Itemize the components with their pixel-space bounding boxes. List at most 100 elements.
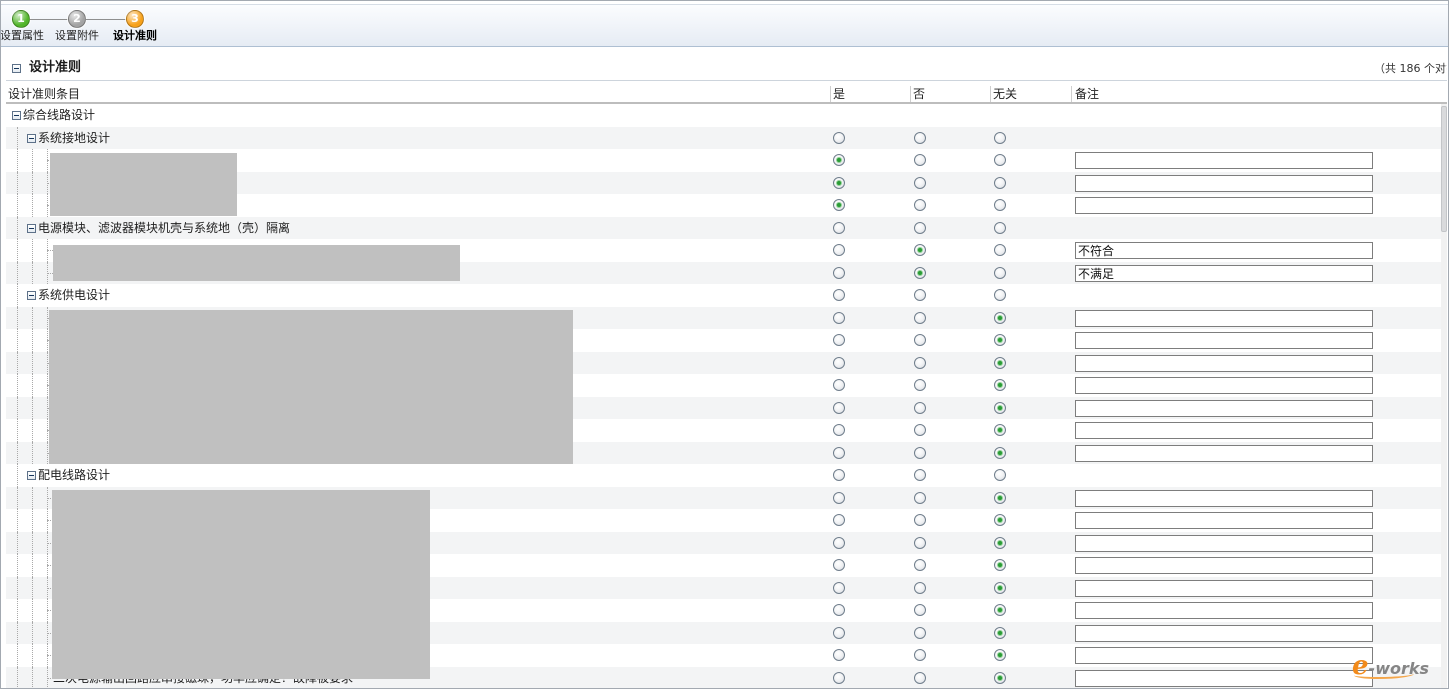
radio-not-applicable[interactable] [994, 536, 1006, 549]
collapse-icon[interactable] [27, 223, 36, 233]
remark-input[interactable] [1075, 624, 1373, 642]
radio-no[interactable] [914, 559, 926, 571]
radio-not-applicable[interactable] [994, 401, 1006, 414]
radio-no[interactable] [914, 446, 926, 459]
remark-input[interactable] [1075, 512, 1373, 529]
radio-no[interactable] [914, 581, 926, 594]
radio-no[interactable] [914, 289, 926, 301]
radio-yes[interactable] [833, 446, 845, 459]
remark-input[interactable] [1075, 242, 1373, 259]
radio-not-applicable[interactable] [994, 311, 1006, 324]
radio-yes[interactable] [833, 671, 845, 684]
remark-input[interactable] [1075, 354, 1373, 372]
step-set-properties[interactable]: 1 设置属性 [0, 5, 44, 47]
radio-no[interactable] [914, 401, 926, 414]
radio-no[interactable] [914, 221, 926, 234]
radio-not-applicable[interactable] [994, 446, 1006, 459]
remark-input[interactable] [1075, 534, 1373, 552]
scrollbar-thumb[interactable] [1441, 106, 1447, 232]
radio-not-applicable[interactable] [994, 244, 1006, 256]
radio-yes[interactable] [833, 334, 845, 346]
collapse-icon[interactable] [27, 471, 36, 480]
radio-yes[interactable] [833, 356, 845, 369]
radio-not-applicable[interactable] [994, 266, 1006, 279]
radio-not-applicable[interactable] [994, 671, 1006, 684]
remark-input[interactable] [1075, 602, 1373, 619]
radio-no[interactable] [914, 536, 926, 549]
radio-no[interactable] [914, 424, 926, 436]
radio-yes[interactable] [833, 469, 845, 481]
radio-no[interactable] [914, 671, 926, 684]
radio-yes[interactable] [833, 401, 845, 414]
radio-no[interactable] [914, 199, 926, 211]
radio-no[interactable] [914, 154, 926, 166]
radio-yes[interactable] [833, 244, 845, 256]
collapse-icon[interactable] [27, 291, 36, 300]
radio-no[interactable] [914, 176, 926, 189]
radio-no[interactable] [914, 356, 926, 369]
radio-not-applicable[interactable] [994, 514, 1006, 526]
radio-yes[interactable] [833, 221, 845, 234]
radio-no[interactable] [914, 604, 926, 616]
remark-input[interactable] [1075, 399, 1373, 417]
radio-no[interactable] [914, 626, 926, 639]
radio-yes[interactable] [833, 199, 845, 211]
radio-not-applicable[interactable] [994, 379, 1006, 391]
remark-input[interactable] [1075, 332, 1373, 349]
radio-not-applicable[interactable] [994, 604, 1006, 616]
radio-not-applicable[interactable] [994, 131, 1006, 144]
radio-yes[interactable] [833, 514, 845, 526]
radio-not-applicable[interactable] [994, 176, 1006, 189]
collapse-icon[interactable] [12, 64, 21, 73]
remark-input[interactable] [1075, 669, 1373, 687]
collapse-icon[interactable] [12, 111, 21, 120]
radio-yes[interactable] [833, 289, 845, 301]
radio-not-applicable[interactable] [994, 221, 1006, 234]
step-design-criteria[interactable]: 3 设计准则 [112, 5, 158, 47]
radio-not-applicable[interactable] [994, 626, 1006, 639]
radio-yes[interactable] [833, 626, 845, 639]
radio-no[interactable] [914, 469, 926, 481]
radio-yes[interactable] [833, 266, 845, 279]
remark-input[interactable] [1075, 197, 1373, 214]
remark-input[interactable] [1075, 647, 1373, 664]
remark-input[interactable] [1075, 309, 1373, 327]
radio-yes[interactable] [833, 176, 845, 189]
radio-no[interactable] [914, 266, 926, 279]
radio-no[interactable] [914, 379, 926, 391]
radio-not-applicable[interactable] [994, 649, 1006, 661]
radio-no[interactable] [914, 131, 926, 144]
radio-not-applicable[interactable] [994, 356, 1006, 369]
radio-yes[interactable] [833, 581, 845, 594]
radio-not-applicable[interactable] [994, 199, 1006, 211]
collapse-icon[interactable] [27, 133, 36, 143]
radio-yes[interactable] [833, 491, 845, 504]
radio-not-applicable[interactable] [994, 154, 1006, 166]
radio-no[interactable] [914, 334, 926, 346]
radio-yes[interactable] [833, 154, 845, 166]
radio-yes[interactable] [833, 604, 845, 616]
radio-not-applicable[interactable] [994, 469, 1006, 481]
radio-no[interactable] [914, 244, 926, 256]
radio-no[interactable] [914, 514, 926, 526]
radio-yes[interactable] [833, 131, 845, 144]
radio-yes[interactable] [833, 311, 845, 324]
radio-yes[interactable] [833, 379, 845, 391]
remark-input[interactable] [1075, 152, 1373, 169]
remark-input[interactable] [1075, 377, 1373, 394]
remark-input[interactable] [1075, 489, 1373, 507]
radio-no[interactable] [914, 491, 926, 504]
radio-not-applicable[interactable] [994, 424, 1006, 436]
radio-not-applicable[interactable] [994, 334, 1006, 346]
radio-not-applicable[interactable] [994, 559, 1006, 571]
radio-no[interactable] [914, 649, 926, 661]
radio-not-applicable[interactable] [994, 491, 1006, 504]
remark-input[interactable] [1075, 444, 1373, 462]
radio-yes[interactable] [833, 536, 845, 549]
radio-yes[interactable] [833, 424, 845, 436]
step-set-attachments[interactable]: 2 设置附件 [55, 5, 99, 47]
remark-input[interactable] [1075, 557, 1373, 574]
radio-not-applicable[interactable] [994, 289, 1006, 301]
remark-input[interactable] [1075, 174, 1373, 192]
remark-input[interactable] [1075, 579, 1373, 597]
